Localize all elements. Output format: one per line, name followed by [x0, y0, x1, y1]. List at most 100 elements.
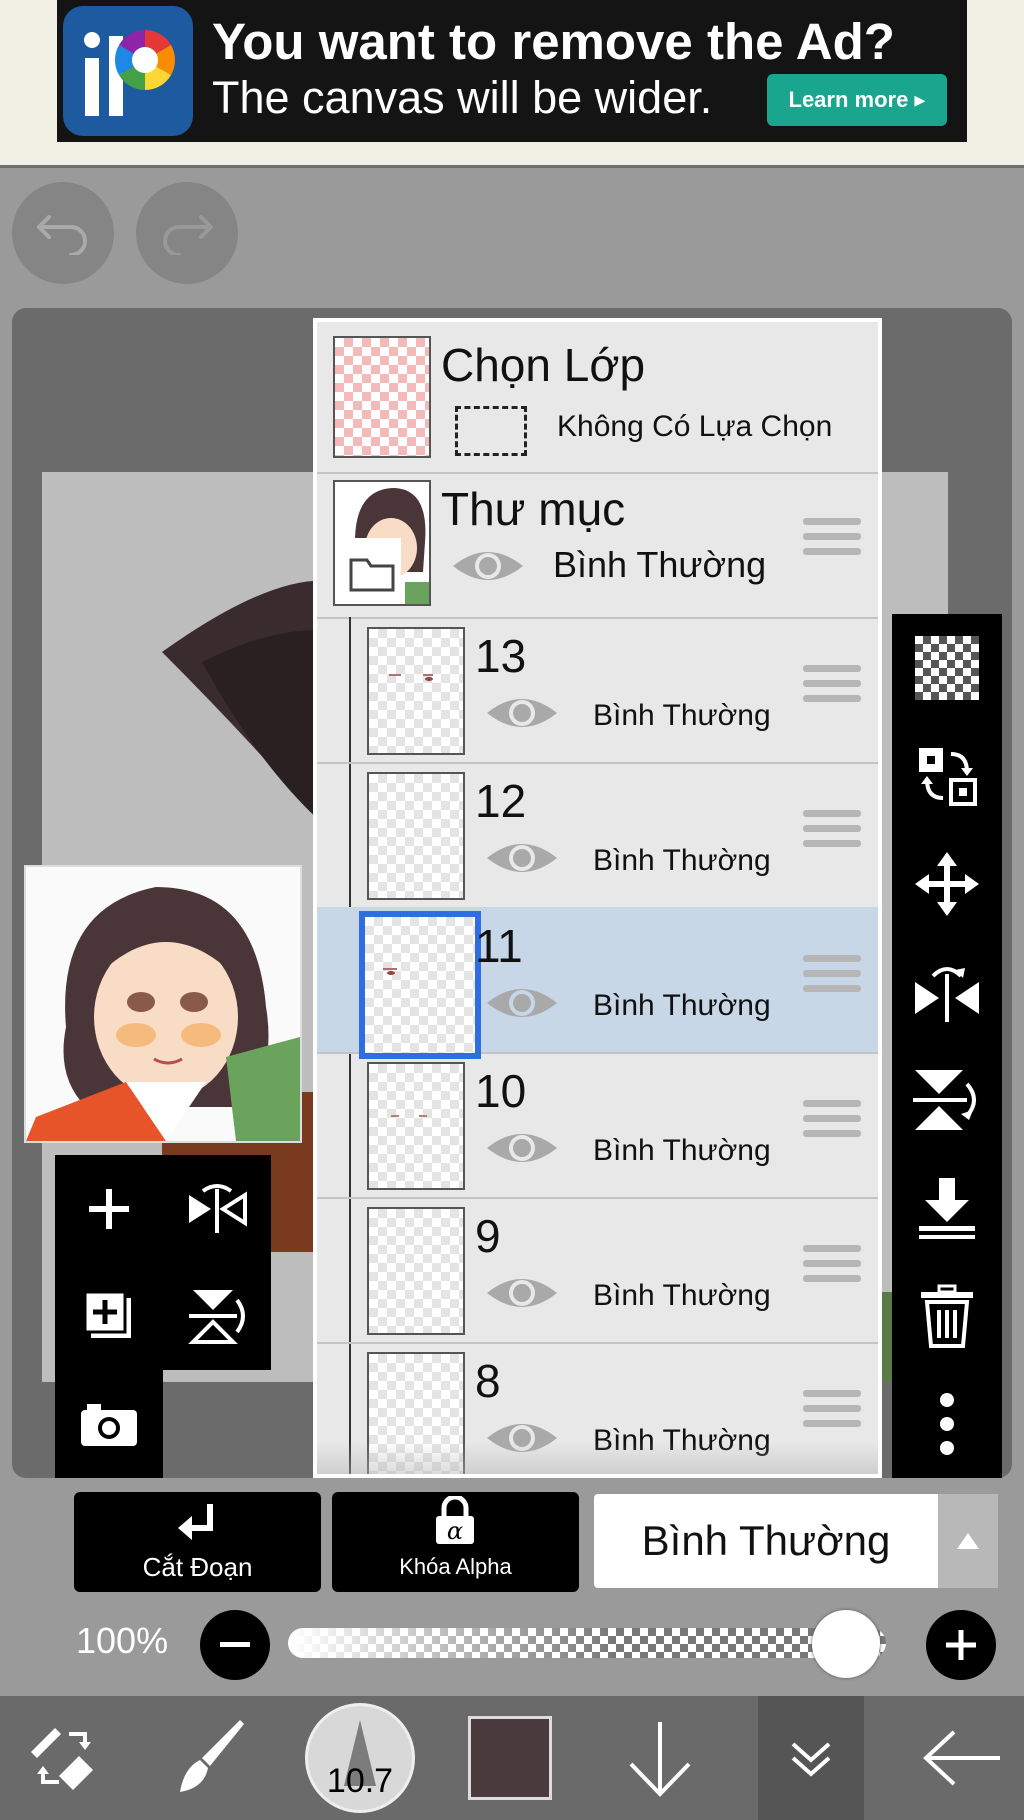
layer-blend-mode: Bình Thường	[593, 699, 771, 732]
folder-row[interactable]: Thư mục Bình Thường	[317, 472, 878, 619]
flip-horizontal-button[interactable]	[892, 942, 1002, 1042]
flip-vertical-button[interactable]	[163, 1262, 271, 1370]
delete-layer-button[interactable]	[892, 1266, 1002, 1366]
selection-layer-title: Chọn Lớp	[441, 339, 646, 391]
folder-name: Thư mục	[441, 483, 626, 535]
drag-handle-icon[interactable]	[803, 1100, 861, 1146]
layer-row-13[interactable]: 13 Bình Thường	[317, 617, 878, 764]
folder-thumbnail	[333, 480, 431, 606]
duplicate-layer-button[interactable]	[55, 1262, 163, 1370]
drag-handle-icon[interactable]	[803, 955, 861, 1001]
flip-horizontal-icon	[915, 967, 979, 1022]
opacity-label: 100%	[76, 1620, 169, 1661]
drag-handle-icon[interactable]	[803, 1390, 861, 1436]
brush-eraser-switch-icon	[31, 1728, 93, 1790]
ad-banner[interactable]: You want to remove the Ad? The canvas wi…	[57, 0, 967, 142]
opacity-increase-button[interactable]	[926, 1610, 996, 1680]
bottom-toolbar: 10.7	[0, 1696, 1024, 1820]
current-color-swatch	[468, 1716, 552, 1800]
alpha-lock-button[interactable]: α Khóa Alpha	[332, 1492, 579, 1592]
layer-name: 9	[475, 1210, 501, 1262]
flip-vertical-button[interactable]	[892, 1050, 1002, 1150]
transparency-button[interactable]	[892, 618, 1002, 718]
layer-panel: Chọn Lớp Không Có Lựa Chọn Thư mục Bình …	[313, 318, 882, 1478]
camera-button[interactable]	[55, 1370, 163, 1478]
opacity-decrease-button[interactable]	[200, 1610, 270, 1680]
redo-icon	[163, 215, 213, 255]
ad-title: You want to remove the Ad?	[212, 13, 895, 70]
folder-drag-handle[interactable]	[803, 518, 861, 564]
move-icon	[915, 852, 979, 916]
merge-down-icon	[919, 1178, 975, 1239]
scroll-fade	[317, 1442, 878, 1474]
layer-row-11-selected[interactable]: 11 Bình Thường	[317, 907, 878, 1059]
learn-more-button[interactable]: Learn more ▸	[767, 74, 947, 126]
visibility-eye-icon[interactable]	[485, 1126, 559, 1170]
folder-visibility-eye-icon[interactable]	[451, 544, 525, 588]
layer-name: 12	[475, 775, 527, 827]
layer-row-12[interactable]: 12 Bình Thường	[317, 762, 878, 909]
flip-horizontal-button[interactable]	[163, 1155, 271, 1262]
swap-layer-button[interactable]	[892, 726, 1002, 826]
visibility-eye-icon[interactable]	[485, 1271, 559, 1315]
clipping-label: Cắt Đoạn	[142, 1552, 253, 1582]
tool-selection-button[interactable]	[0, 1696, 130, 1820]
flip-vertical-icon	[913, 1070, 976, 1130]
layer-name: 8	[475, 1355, 501, 1407]
trash-icon	[921, 1284, 973, 1348]
layer-name: 13	[475, 630, 527, 682]
right-toolbar	[892, 614, 1002, 1478]
opacity-slider-track[interactable]	[288, 1628, 886, 1658]
plus-icon	[946, 1630, 976, 1660]
layer-row-9[interactable]: 9 Bình Thường	[317, 1197, 878, 1344]
camera-icon	[81, 1404, 137, 1446]
visibility-eye-icon[interactable]	[485, 981, 559, 1025]
visibility-eye-icon[interactable]	[485, 836, 559, 880]
add-layer-icon	[89, 1188, 129, 1229]
drag-handle-icon[interactable]	[803, 1245, 861, 1291]
visibility-eye-icon[interactable]	[485, 691, 559, 735]
layer-panel-toggle-button[interactable]	[758, 1696, 864, 1820]
more-icon	[940, 1393, 954, 1455]
drag-handle-icon[interactable]	[803, 810, 861, 856]
opacity-slider-thumb[interactable]	[812, 1610, 880, 1678]
arrow-left-icon	[923, 1730, 1000, 1786]
drag-handle-icon[interactable]	[803, 665, 861, 711]
ad-subtitle: The canvas will be wider.	[212, 72, 713, 123]
double-chevron-down-icon	[791, 1742, 831, 1777]
move-layer-down-button[interactable]	[600, 1696, 720, 1820]
layer-name: 10	[475, 1065, 527, 1117]
brush-size-value: 10.7	[326, 1762, 394, 1800]
folder-blend-mode: Bình Thường	[553, 544, 767, 585]
layer-thumbnail	[367, 627, 465, 755]
blend-mode-dropdown-button[interactable]	[938, 1494, 998, 1588]
add-layer-button[interactable]	[55, 1155, 163, 1262]
brush-size-button[interactable]: 10.7	[300, 1696, 420, 1820]
redo-button[interactable]	[136, 182, 238, 284]
blend-mode-select[interactable]: Bình Thường	[594, 1494, 998, 1588]
move-button[interactable]	[892, 834, 1002, 934]
selection-layer-row[interactable]: Chọn Lớp Không Có Lựa Chọn	[317, 322, 878, 474]
merge-down-button[interactable]	[892, 1158, 1002, 1258]
brush-icon	[180, 1720, 244, 1792]
color-button[interactable]	[450, 1696, 570, 1820]
layer-thumbnail-selected	[359, 911, 481, 1059]
selection-dotted-icon	[455, 406, 527, 456]
clipping-button[interactable]: Cắt Đoạn	[74, 1492, 321, 1592]
duplicate-layer-icon	[83, 1290, 131, 1338]
svg-text:α: α	[447, 1517, 463, 1545]
brush-tool-button[interactable]	[150, 1696, 270, 1820]
undo-button[interactable]	[12, 182, 114, 284]
layer-thumbnail	[367, 1062, 465, 1190]
blend-mode-value: Bình Thường	[641, 1517, 891, 1564]
selection-status: Không Có Lựa Chọn	[557, 410, 833, 443]
layer-thumbnail	[367, 1207, 465, 1335]
layer-row-10[interactable]: 10 Bình Thường	[317, 1052, 878, 1199]
arrow-down-icon	[629, 1722, 691, 1797]
canvas-preview[interactable]	[24, 865, 302, 1143]
transparency-icon	[915, 636, 979, 700]
more-options-button[interactable]	[892, 1374, 1002, 1474]
swap-layer-icon	[919, 748, 977, 806]
minus-icon	[220, 1642, 250, 1647]
back-button[interactable]	[900, 1696, 1024, 1820]
